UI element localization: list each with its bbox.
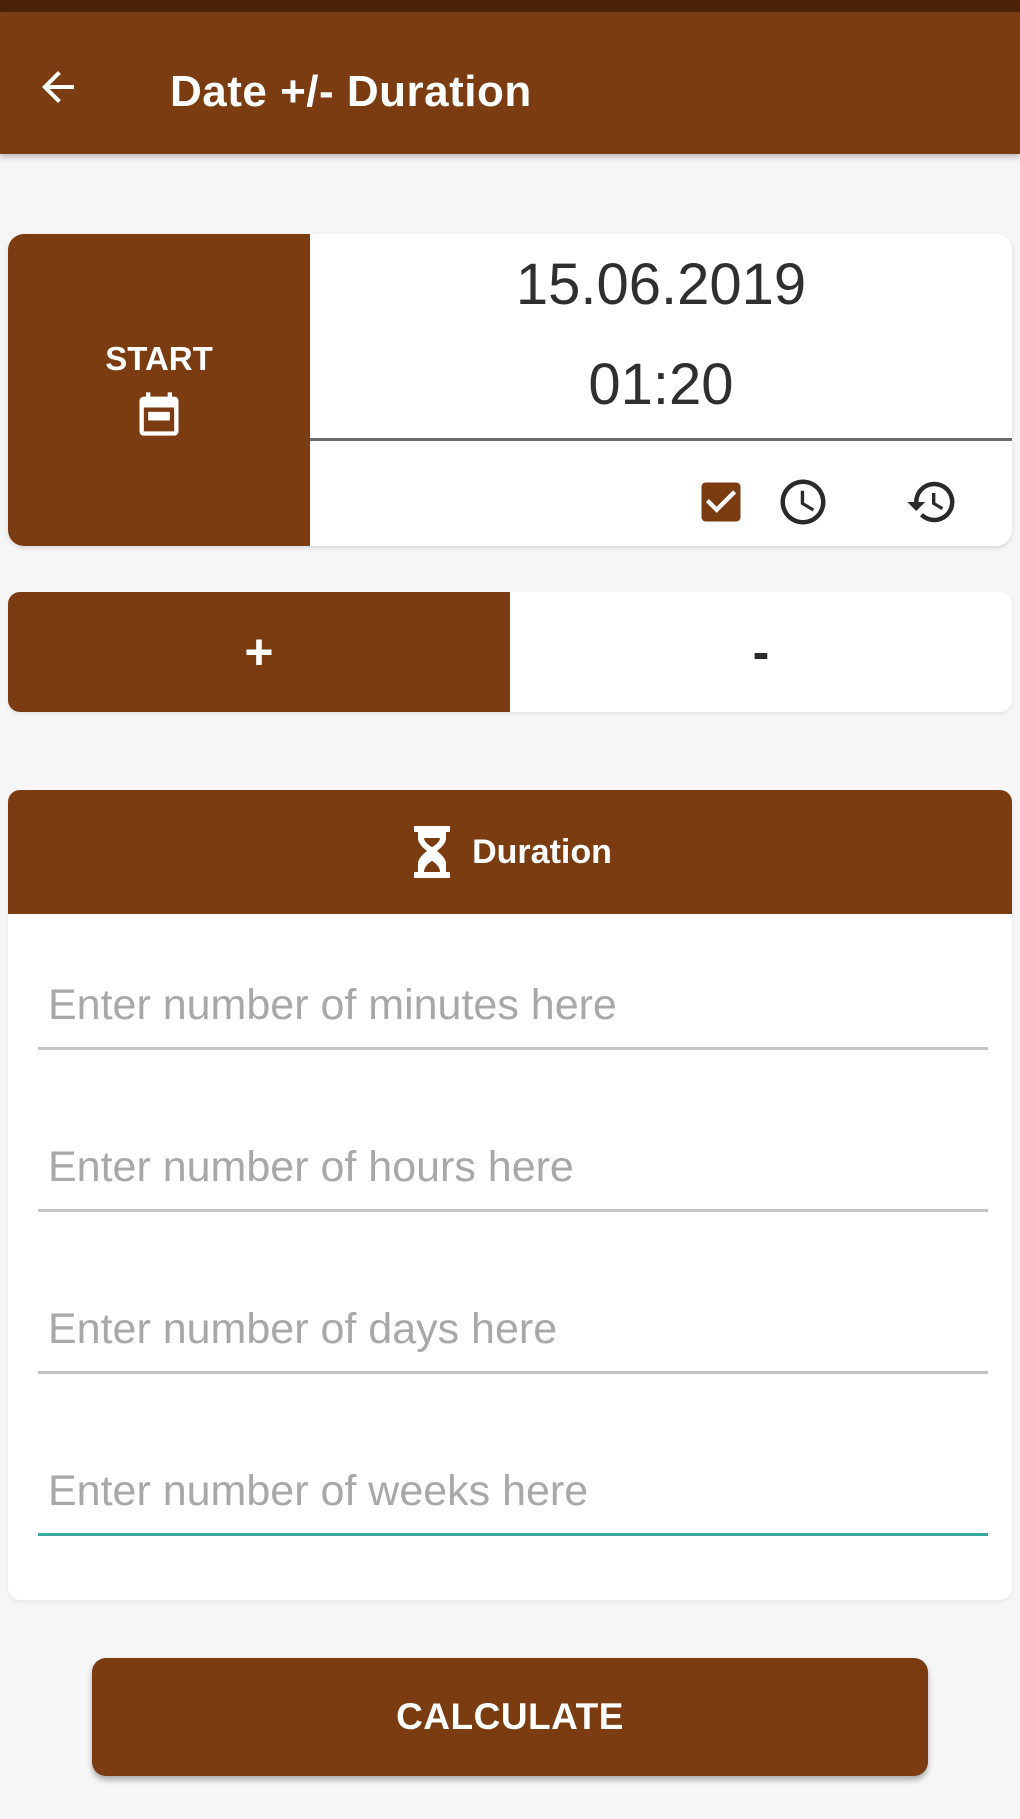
- days-input[interactable]: [38, 1294, 988, 1374]
- start-datetime-display[interactable]: 15.06.2019 01:20: [310, 234, 1012, 436]
- history-icon: [907, 481, 955, 523]
- include-time-checkbox[interactable]: [691, 472, 751, 532]
- start-label: START: [105, 340, 213, 377]
- page-title: Date +/- Duration: [170, 67, 532, 116]
- start-date-card: START 15.06.2019 01:20: [8, 234, 1012, 546]
- current-time-button[interactable]: [773, 472, 833, 532]
- subtract-button[interactable]: -: [510, 592, 1012, 712]
- add-button[interactable]: +: [8, 592, 510, 712]
- divider: [310, 438, 1012, 441]
- calendar-icon: [139, 392, 179, 436]
- start-date-value: 15.06.2019: [515, 252, 807, 317]
- checkbox-checked-icon: [701, 482, 741, 522]
- history-button[interactable]: [902, 472, 962, 532]
- clock-icon: [780, 479, 826, 525]
- minutes-input[interactable]: [38, 970, 988, 1050]
- hourglass-icon: [414, 826, 451, 878]
- duration-header: Duration: [8, 790, 1012, 914]
- calculate-button[interactable]: CALCULATE: [92, 1658, 928, 1776]
- app-bar: Date +/- Duration: [0, 12, 1020, 154]
- start-time-value: 01:20: [588, 352, 734, 417]
- start-date-picker-button[interactable]: START: [8, 234, 310, 546]
- duration-card: Duration: [8, 790, 1012, 1600]
- hours-input[interactable]: [38, 1132, 988, 1212]
- status-bar: [0, 0, 1020, 12]
- back-button[interactable]: [28, 57, 88, 117]
- duration-title: Duration: [472, 832, 612, 871]
- operation-toggle: + -: [8, 592, 1012, 712]
- arrow-left-icon: [42, 71, 74, 103]
- weeks-input[interactable]: [38, 1456, 988, 1536]
